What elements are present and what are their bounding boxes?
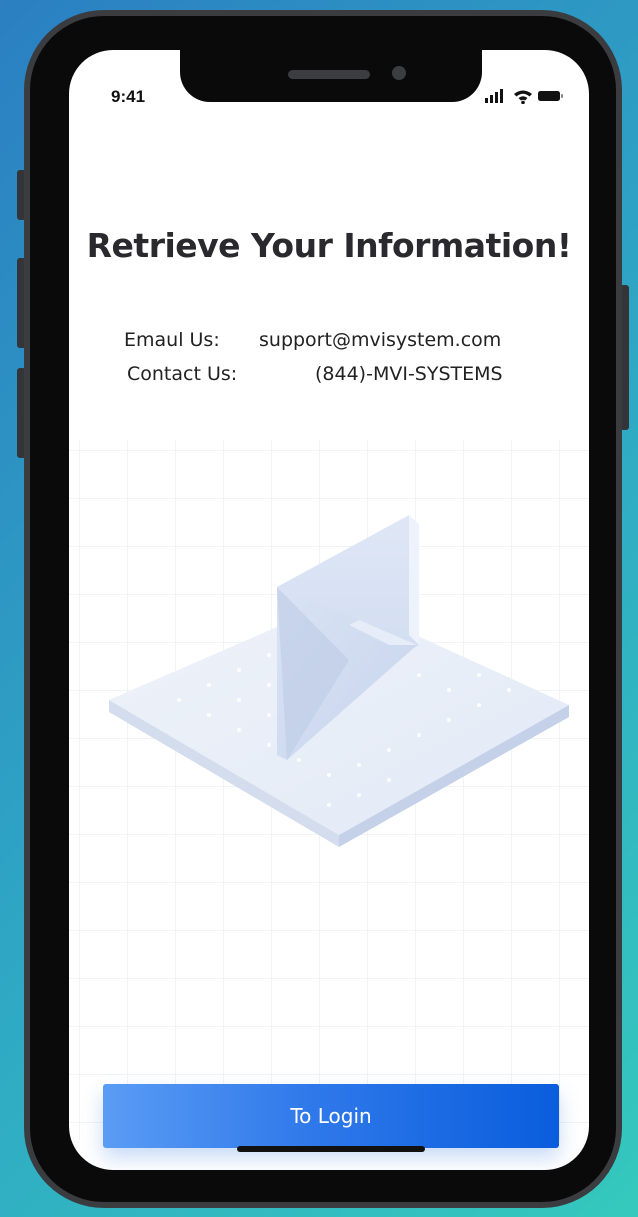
status-icons	[485, 89, 563, 104]
cellular-signal-icon	[485, 89, 503, 103]
battery-icon	[538, 91, 563, 101]
screen: 9:41 Retrieve Your Information! Emaul Us…	[69, 50, 589, 1170]
phone-bezel: 9:41 Retrieve Your Information! Emaul Us…	[30, 16, 616, 1202]
email-label: Emaul Us:	[124, 329, 220, 351]
notch	[180, 50, 482, 102]
speaker	[288, 70, 370, 79]
phone-link[interactable]: (844)-MVI-SYSTEMS	[315, 363, 503, 385]
home-indicator[interactable]	[237, 1146, 425, 1152]
front-camera	[392, 66, 406, 80]
phone-label: Contact Us:	[127, 363, 238, 385]
page-title: Retrieve Your Information!	[86, 226, 572, 265]
wifi-icon	[514, 90, 532, 104]
to-login-button[interactable]: To Login	[103, 1084, 559, 1148]
status-time: 9:41	[111, 87, 146, 106]
phone-frame: 9:41 Retrieve Your Information! Emaul Us…	[24, 10, 622, 1208]
email-link[interactable]: support@mvisystem.com	[259, 329, 501, 351]
envelope-illustration	[109, 515, 569, 847]
